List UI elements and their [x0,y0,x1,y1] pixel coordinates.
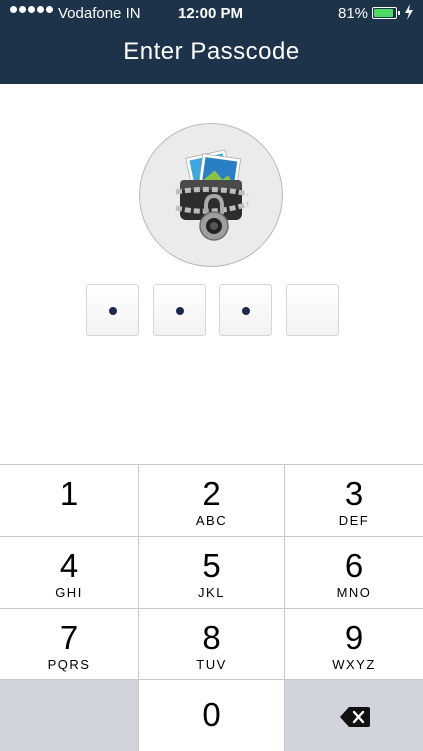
key-digit: 6 [344,547,364,584]
key-letters: MNO [336,585,372,600]
key-digit: 8 [202,619,221,656]
pin-dot [109,307,117,315]
key-6[interactable]: 6 MNO [285,537,423,609]
passcode-digit-box [86,284,139,336]
status-bar: Vodafone IN 12:00 PM 81% [0,0,423,28]
key-digit: 5 [202,547,221,584]
key-9[interactable]: 9 WXYZ [285,609,423,680]
key-3[interactable]: 3 DEF [285,465,423,537]
status-time: 12:00 PM [178,5,244,22]
page-title: Enter Passcode [123,38,300,65]
key-letters: GHI [55,585,83,600]
passcode-digit-box [219,284,272,336]
key-digit: 4 [59,547,79,584]
key-letters: DEF [338,513,370,528]
key-8[interactable]: 8 TUV [139,609,285,680]
passcode-digit-box [286,284,339,336]
battery-percent: 81% [338,5,369,22]
key-digit: 3 [344,475,364,512]
carrier-name: Vodafone IN [58,5,141,22]
backspace-button[interactable] [285,680,423,751]
blank-key [0,680,139,751]
key-digit: 2 [202,475,221,512]
key-digit: 1 [59,475,79,512]
pin-dot [242,307,250,315]
backspace-icon [340,707,370,727]
pin-dot [176,307,184,315]
key-letters: ABC [195,513,228,528]
signal-strength-icon [10,6,53,13]
charging-bolt-icon [405,4,413,20]
header-bar: Vodafone IN 12:00 PM 81% Enter Passcode [0,0,423,84]
key-7[interactable]: 7 PQRS [0,609,139,680]
key-digit: 0 [202,696,221,733]
key-letters: PQRS [47,657,91,672]
numeric-keypad: 1 2 ABC 3 DEF 4 GHI 5 JKL 6 MNO 7 PQRS 8… [0,464,423,751]
key-letters: JKL [198,585,225,600]
key-1[interactable]: 1 [0,465,139,537]
key-letters: WXYZ [332,657,376,672]
battery-icon [372,7,400,19]
passcode-digit-box [153,284,206,336]
key-5[interactable]: 5 JKL [139,537,285,609]
photo-vault-lock-icon [175,149,249,241]
key-digit: 7 [59,619,79,656]
key-letters: TUV [196,657,227,672]
key-2[interactable]: 2 ABC [139,465,285,537]
key-digit: 9 [344,619,364,656]
key-4[interactable]: 4 GHI [0,537,139,609]
key-0[interactable]: 0 [139,680,285,751]
app-lock-logo [139,123,283,267]
